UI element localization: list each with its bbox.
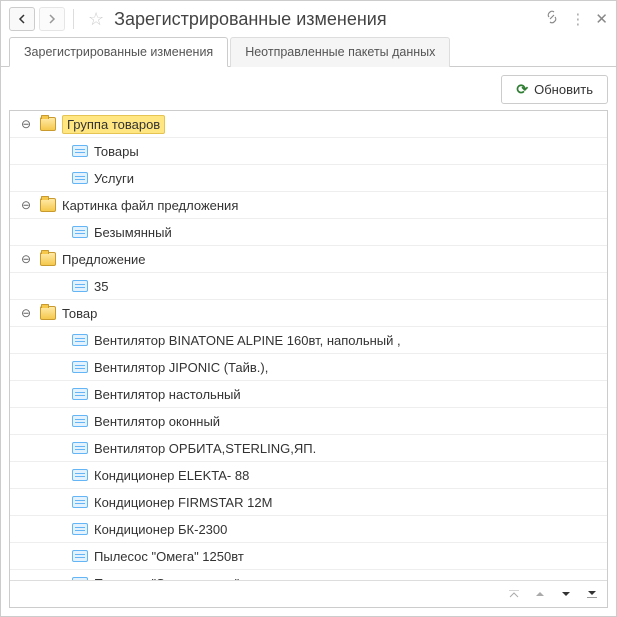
scroll-bottom-button[interactable] — [580, 584, 604, 604]
tree-item-label: Безымянный — [94, 225, 607, 240]
tab-label: Зарегистрированные изменения — [24, 45, 213, 59]
toolbar: ⟳ Обновить — [9, 75, 608, 104]
scroll-down-button[interactable] — [554, 584, 578, 604]
forward-button[interactable] — [39, 7, 65, 31]
close-icon[interactable]: ✕ — [595, 10, 608, 28]
tree-item-label: Пылесос "Омега" 1250вт — [94, 549, 607, 564]
tree-group-label: Группа товаров — [62, 115, 165, 134]
tree-item-row[interactable]: Безымянный — [10, 219, 607, 246]
expander-empty — [50, 224, 66, 240]
folder-icon — [40, 252, 56, 266]
expander-empty — [50, 467, 66, 483]
item-icon — [72, 415, 88, 427]
tree-group-row[interactable]: ⊖ Товар — [10, 300, 607, 327]
tree-item-row[interactable]: Кондиционер БК-2300 — [10, 516, 607, 543]
item-icon — [72, 442, 88, 454]
link-icon[interactable] — [544, 9, 560, 29]
tree-item-label: Вентилятор JIPONIC (Тайв.), — [94, 360, 607, 375]
tree-container: ⊖ Группа товаров Товары Услуги ⊖ Картинка фай… — [9, 110, 608, 608]
expander-empty — [50, 278, 66, 294]
item-icon — [72, 469, 88, 481]
menu-icon[interactable]: ⋮ — [570, 10, 585, 28]
collapse-icon[interactable]: ⊖ — [18, 197, 34, 213]
tree-group-label: Товар — [62, 306, 607, 321]
expander-empty — [50, 143, 66, 159]
titlebar: ☆ Зарегистрированные изменения ⋮ ✕ — [1, 1, 616, 37]
tree-item-label: Кондиционер ELEKTA- 88 — [94, 468, 607, 483]
tree-item-label: Кондиционер FIRMSTAR 12M — [94, 495, 607, 510]
folder-icon — [40, 306, 56, 320]
tree-group-row[interactable]: ⊖ Группа товаров — [10, 111, 607, 138]
expander-empty — [50, 332, 66, 348]
tree-item-label: 35 — [94, 279, 607, 294]
tree-group-label: Предложение — [62, 252, 607, 267]
expander-empty — [50, 413, 66, 429]
item-icon — [72, 280, 88, 292]
item-icon — [72, 226, 88, 238]
tree-footer — [10, 580, 607, 607]
folder-icon — [40, 117, 56, 131]
tree[interactable]: ⊖ Группа товаров Товары Услуги ⊖ Картинка фай… — [10, 111, 607, 580]
refresh-label: Обновить — [534, 82, 593, 97]
tree-group-row[interactable]: ⊖ Предложение — [10, 246, 607, 273]
expander-empty — [50, 386, 66, 402]
tree-item-row[interactable]: Пылесос "Омега" 1250вт — [10, 543, 607, 570]
tree-item-label: Вентилятор настольный — [94, 387, 607, 402]
expander-empty — [50, 359, 66, 375]
item-icon — [72, 172, 88, 184]
favorite-icon[interactable]: ☆ — [88, 9, 104, 30]
tree-item-row[interactable]: Кондиционер FIRMSTAR 12M — [10, 489, 607, 516]
tree-item-row[interactable]: Вентилятор ОРБИТА,STERLING,ЯП. — [10, 435, 607, 462]
expander-empty — [50, 521, 66, 537]
tree-item-row[interactable]: Пылесос "Электросила" — [10, 570, 607, 580]
expander-empty — [50, 170, 66, 186]
scroll-top-button[interactable] — [502, 584, 526, 604]
collapse-icon[interactable]: ⊖ — [18, 116, 34, 132]
window: ☆ Зарегистрированные изменения ⋮ ✕ Зарег… — [0, 0, 617, 617]
expander-empty — [50, 440, 66, 456]
expander-empty — [50, 494, 66, 510]
tree-item-row[interactable]: Вентилятор настольный — [10, 381, 607, 408]
tree-item-label: Вентилятор ОРБИТА,STERLING,ЯП. — [94, 441, 607, 456]
window-title: Зарегистрированные изменения — [114, 9, 540, 30]
tree-item-row[interactable]: Вентилятор оконный — [10, 408, 607, 435]
back-button[interactable] — [9, 7, 35, 31]
folder-icon — [40, 198, 56, 212]
content: ⟳ Обновить ⊖ Группа товаров Товары Услуги ⊖ К… — [1, 67, 616, 616]
tree-item-row[interactable]: Услуги — [10, 165, 607, 192]
tree-item-label: Товары — [94, 144, 607, 159]
tree-item-label: Вентилятор BINATONE ALPINE 160вт, наполь… — [94, 333, 607, 348]
item-icon — [72, 361, 88, 373]
item-icon — [72, 496, 88, 508]
tree-item-row[interactable]: 35 — [10, 273, 607, 300]
refresh-icon: ⟳ — [516, 81, 528, 98]
separator — [73, 9, 74, 29]
tabs: Зарегистрированные изменения Неотправлен… — [1, 37, 616, 67]
tree-item-label: Услуги — [94, 171, 607, 186]
collapse-icon[interactable]: ⊖ — [18, 305, 34, 321]
collapse-icon[interactable]: ⊖ — [18, 251, 34, 267]
item-icon — [72, 550, 88, 562]
tab-unsent-packets[interactable]: Неотправленные пакеты данных — [230, 37, 450, 67]
tree-item-label: Вентилятор оконный — [94, 414, 607, 429]
tree-item-label: Кондиционер БК-2300 — [94, 522, 607, 537]
scroll-up-button[interactable] — [528, 584, 552, 604]
tab-registered-changes[interactable]: Зарегистрированные изменения — [9, 37, 228, 67]
tree-group-label: Картинка файл предложения — [62, 198, 607, 213]
tab-label: Неотправленные пакеты данных — [245, 45, 435, 59]
item-icon — [72, 523, 88, 535]
tree-item-row[interactable]: Вентилятор JIPONIC (Тайв.), — [10, 354, 607, 381]
tree-group-row[interactable]: ⊖ Картинка файл предложения — [10, 192, 607, 219]
item-icon — [72, 388, 88, 400]
item-icon — [72, 145, 88, 157]
tree-item-row[interactable]: Товары — [10, 138, 607, 165]
tree-item-row[interactable]: Кондиционер ELEKTA- 88 — [10, 462, 607, 489]
expander-empty — [50, 548, 66, 564]
item-icon — [72, 334, 88, 346]
tree-item-row[interactable]: Вентилятор BINATONE ALPINE 160вт, наполь… — [10, 327, 607, 354]
refresh-button[interactable]: ⟳ Обновить — [501, 75, 608, 104]
item-icon — [72, 577, 88, 580]
